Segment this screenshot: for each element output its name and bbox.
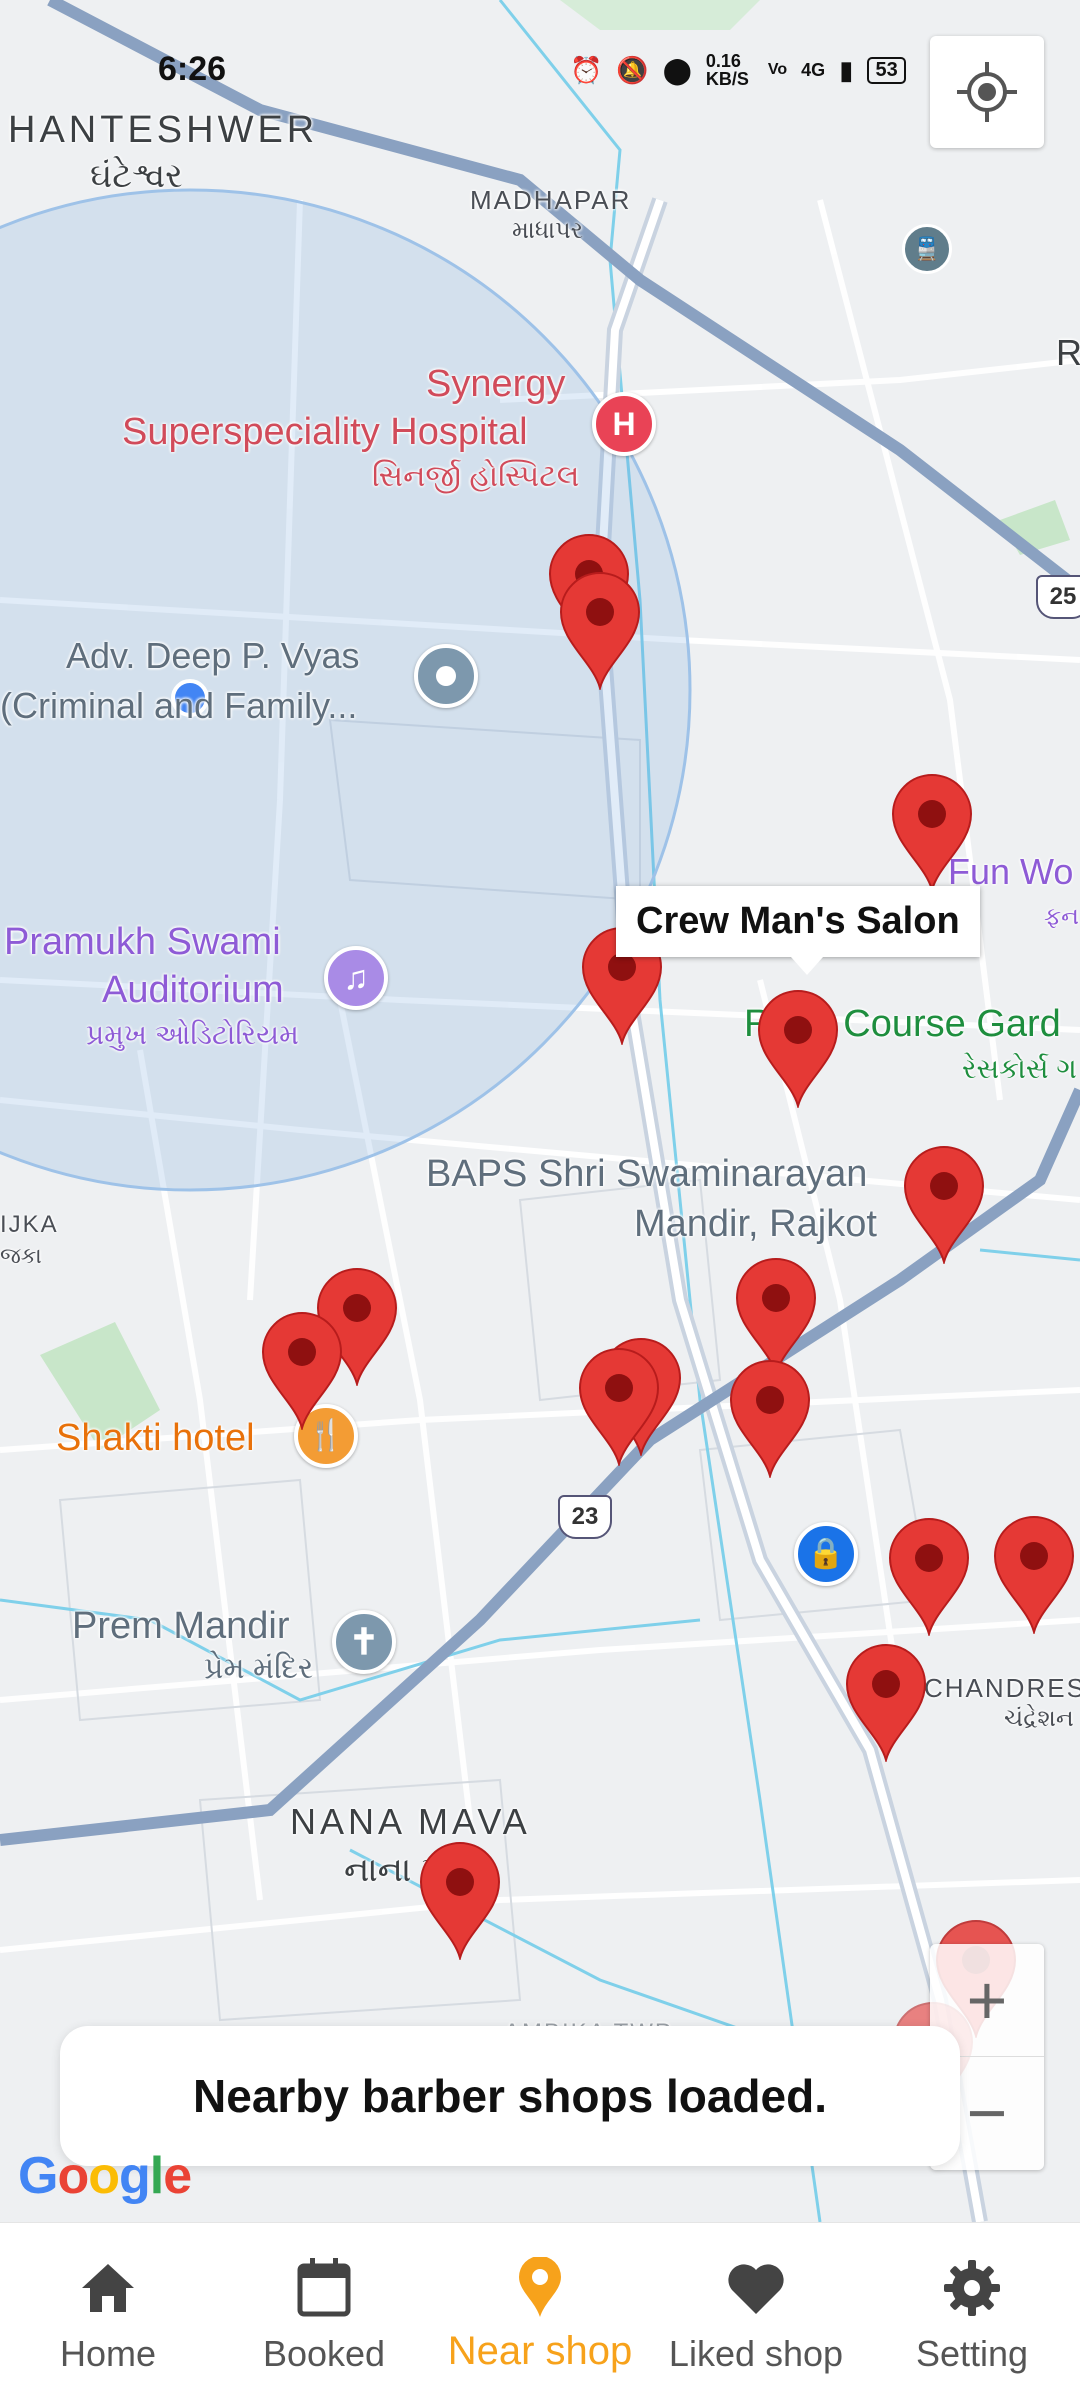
nav-liked-shop[interactable]: Liked shop [648,2223,864,2401]
barber-shop-pin[interactable] [574,1346,664,1466]
barber-shop-pin[interactable] [257,1310,347,1430]
poi-label-funworld-gu: ફન [1044,903,1080,930]
gear-icon [942,2253,1002,2323]
poi-label-hospital-gu: સિનર્જી હોસ્પિટલ [372,460,580,493]
barber-shop-pin[interactable] [887,772,977,892]
road-label-r: R [1056,332,1080,373]
calendar-icon [294,2253,354,2323]
poi-label-shakti-hotel: Shakti hotel [56,1417,255,1459]
area-label-ijka: IJKA [0,1211,59,1238]
map-view[interactable]: 23 25 HANTESHWER ઘંટેશ્વર MADHAPAR માધાપ… [0,0,1080,2222]
barber-shop-pin[interactable] [415,1840,505,1960]
poi-label-hospital-1: Synergy [426,363,566,405]
area-label-ijka-gu: જકા [0,1243,42,1268]
barber-shop-pin[interactable] [555,570,645,690]
nav-liked-shop-label: Liked shop [668,2333,844,2374]
barber-shop-pin[interactable] [841,1642,931,1762]
nav-home-label: Home [59,2333,157,2374]
poi-label-auditorium-2: Auditorium [102,969,284,1011]
battery-icon: 53 [867,56,906,84]
area-label-chandresh-gu: ચંદ્રેશન [1004,1705,1074,1732]
heart-icon [725,2253,787,2323]
generic-place-icon[interactable] [414,644,478,708]
nav-setting-label: Setting [915,2333,1029,2374]
poi-label-auditorium-gu: પ્રમુખ ઓડિટોરિયમ [86,1019,299,1050]
volte-icon: Vo [767,61,788,78]
barber-shop-pin[interactable] [725,1358,815,1478]
poi-label-auditorium-1: Pramukh Swami [4,921,281,963]
church-icon[interactable]: ✝ [332,1610,396,1674]
highway-23-shield: 23 [558,1495,612,1539]
area-label-nana-mava: NANA MAVA [290,1801,531,1842]
mute-icon: 🔕 [616,54,649,85]
alarm-icon: ⏰ [570,54,603,85]
poi-label-baps-1: BAPS Shri Swaminarayan [426,1153,868,1195]
location-pin-icon [515,2253,565,2323]
music-venue-icon[interactable]: ♫ [324,946,388,1010]
selected-shop-callout[interactable]: Crew Man's Salon [616,886,980,975]
poi-label-racecourse-gu: રેસકોર્સ ગ [962,1053,1077,1084]
shopping-icon[interactable]: 🔒 [794,1522,858,1586]
toast-message: Nearby barber shops loaded. [60,2026,960,2166]
area-label-ghanteshwar-gu: ઘંટેશ્વર [90,157,183,195]
location-status-icon: ⬤ [662,54,692,85]
nav-booked[interactable]: Booked [216,2223,432,2401]
barber-shop-pin[interactable] [989,1514,1079,1634]
barber-shop-pin-selected[interactable] [753,988,843,1108]
my-location-button[interactable] [930,36,1044,148]
google-logo: Google [18,2147,192,2205]
area-label-madhapar: MADHAPAR [470,185,632,215]
signal-type: 4G [801,59,826,80]
poi-label-prem-mandir: Prem Mandir [72,1605,290,1647]
transit-icon[interactable]: 🚆 [902,224,952,274]
poi-label-advocate-1: Adv. Deep P. Vyas [66,635,360,676]
area-label-madhapar-gu: માધાપર [512,217,584,244]
barber-shop-pin[interactable] [884,1516,974,1636]
home-icon [78,2253,138,2323]
area-label-chandresh: CHANDRES [924,1673,1080,1703]
barber-shop-pin[interactable] [899,1144,989,1264]
park-area [1000,500,1070,555]
nav-setting[interactable]: Setting [864,2223,1080,2401]
signal-icon: ▮ [839,54,854,85]
crosshair-icon [957,62,1017,122]
nav-home[interactable]: Home [0,2223,216,2401]
network-speed: 0.16 KB/S [705,51,749,89]
status-bar: 6:26 ⏰ 🔕 ⬤ 0.16 KB/S Vo 4G ▮ 53 [0,0,1080,140]
map-base [0,0,1080,2222]
poi-label-advocate-2: (Criminal and Family... [0,685,358,726]
poi-label-baps-2: Mandir, Rajkot [634,1203,877,1245]
nav-near-shop[interactable]: Near shop [432,2223,648,2401]
status-time: 6:26 [158,50,227,88]
highway-25-shield: 25 [1036,575,1080,619]
hospital-icon[interactable]: H [592,392,656,456]
poi-label-hospital-2: Superspeciality Hospital [122,411,528,453]
status-icons: ⏰ 🔕 ⬤ 0.16 KB/S Vo 4G ▮ 53 [570,52,906,88]
nav-near-shop-label: Near shop [447,2329,633,2373]
nav-booked-label: Booked [262,2333,386,2374]
poi-label-prem-mandir-gu: પ્રેમ મંદિર [204,1652,314,1685]
bottom-navigation: Home Booked Near shop Liked shop Setting [0,2222,1080,2401]
